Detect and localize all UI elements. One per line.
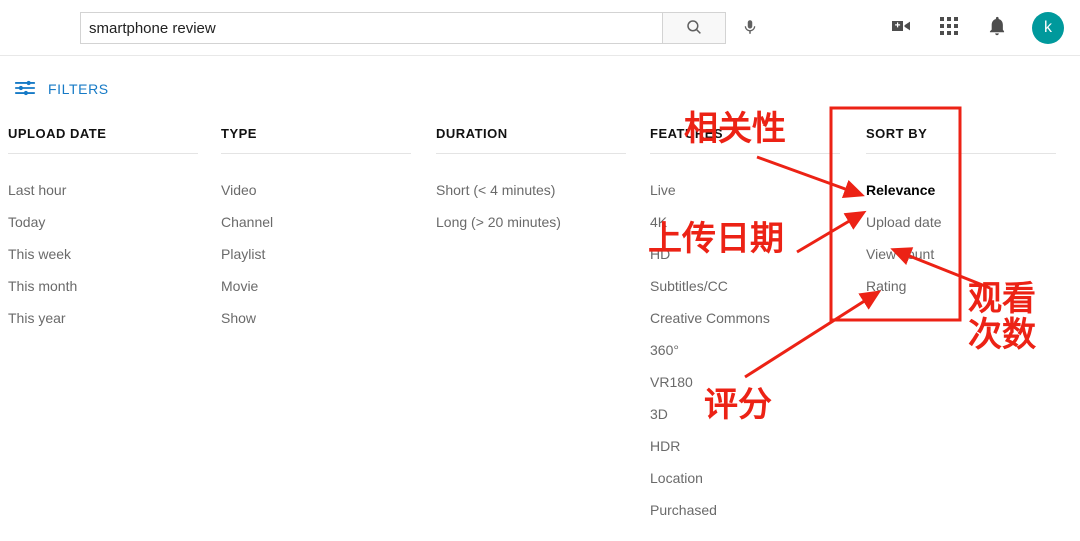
tune-sliders-icon bbox=[14, 77, 36, 102]
filter-option-this-week[interactable]: This week bbox=[8, 238, 208, 270]
filter-option-360[interactable]: 360° bbox=[650, 334, 850, 366]
filter-option-vr180[interactable]: VR180 bbox=[650, 366, 850, 398]
filter-option-live[interactable]: Live bbox=[650, 174, 850, 206]
microphone-icon bbox=[741, 17, 759, 40]
apps-grid-icon bbox=[939, 16, 959, 41]
sort-option-rating[interactable]: Rating bbox=[866, 270, 1066, 302]
sort-option-relevance[interactable]: Relevance bbox=[866, 174, 1066, 206]
column-header-sort-by: SORT BY bbox=[866, 126, 1066, 153]
voice-search-button[interactable] bbox=[730, 13, 770, 43]
filter-option-short[interactable]: Short (< 4 minutes) bbox=[436, 174, 636, 206]
filters-button[interactable]: FILTERS bbox=[12, 73, 111, 106]
column-divider bbox=[221, 153, 411, 154]
filter-option-movie[interactable]: Movie bbox=[221, 270, 421, 302]
column-divider bbox=[866, 153, 1056, 154]
filter-option-video[interactable]: Video bbox=[221, 174, 421, 206]
filters-label: FILTERS bbox=[48, 81, 109, 97]
filter-option-location[interactable]: Location bbox=[650, 462, 850, 494]
filter-columns: UPLOAD DATE Last hour Today This week Th… bbox=[0, 126, 1080, 536]
column-header-features: FEATURES bbox=[650, 126, 850, 153]
column-header-type: TYPE bbox=[221, 126, 421, 153]
column-header-upload-date: UPLOAD DATE bbox=[8, 126, 208, 153]
filter-option-today[interactable]: Today bbox=[8, 206, 208, 238]
filter-option-show[interactable]: Show bbox=[221, 302, 421, 334]
filter-option-this-month[interactable]: This month bbox=[8, 270, 208, 302]
header-action-icons: k bbox=[888, 0, 1074, 56]
filter-option-hdr[interactable]: HDR bbox=[650, 430, 850, 462]
avatar[interactable]: k bbox=[1032, 12, 1064, 44]
apps-button[interactable] bbox=[936, 15, 962, 41]
filters-row: FILTERS bbox=[0, 57, 1080, 121]
filter-option-3d[interactable]: 3D bbox=[650, 398, 850, 430]
search-bar bbox=[80, 12, 726, 44]
video-camera-plus-icon bbox=[889, 14, 913, 43]
bell-icon bbox=[986, 15, 1008, 42]
search-input[interactable] bbox=[80, 12, 662, 44]
sort-option-upload-date[interactable]: Upload date bbox=[866, 206, 1066, 238]
column-divider bbox=[8, 153, 198, 154]
filter-option-purchased[interactable]: Purchased bbox=[650, 494, 850, 526]
column-divider bbox=[650, 153, 840, 154]
create-video-button[interactable] bbox=[888, 15, 914, 41]
filter-option-this-year[interactable]: This year bbox=[8, 302, 208, 334]
filter-option-long[interactable]: Long (> 20 minutes) bbox=[436, 206, 636, 238]
filter-column-sort-by: SORT BY Relevance Upload date View count… bbox=[866, 126, 1066, 302]
filter-option-hd[interactable]: HD bbox=[650, 238, 850, 270]
notifications-button[interactable] bbox=[984, 15, 1010, 41]
filter-column-features: FEATURES Live 4K HD Subtitles/CC Creativ… bbox=[650, 126, 850, 526]
filter-option-subtitles-cc[interactable]: Subtitles/CC bbox=[650, 270, 850, 302]
sort-option-view-count[interactable]: View count bbox=[866, 238, 1066, 270]
filter-option-playlist[interactable]: Playlist bbox=[221, 238, 421, 270]
top-header-bar: k bbox=[0, 0, 1080, 56]
filter-column-upload-date: UPLOAD DATE Last hour Today This week Th… bbox=[8, 126, 208, 334]
search-icon bbox=[685, 18, 703, 39]
filter-column-duration: DURATION Short (< 4 minutes) Long (> 20 … bbox=[436, 126, 636, 238]
filter-option-last-hour[interactable]: Last hour bbox=[8, 174, 208, 206]
filter-column-type: TYPE Video Channel Playlist Movie Show bbox=[221, 126, 421, 334]
filter-option-creative-commons[interactable]: Creative Commons bbox=[650, 302, 850, 334]
avatar-initial: k bbox=[1044, 20, 1052, 36]
search-button[interactable] bbox=[662, 12, 726, 44]
filter-option-channel[interactable]: Channel bbox=[221, 206, 421, 238]
filter-option-4k[interactable]: 4K bbox=[650, 206, 850, 238]
column-header-duration: DURATION bbox=[436, 126, 636, 153]
column-divider bbox=[436, 153, 626, 154]
